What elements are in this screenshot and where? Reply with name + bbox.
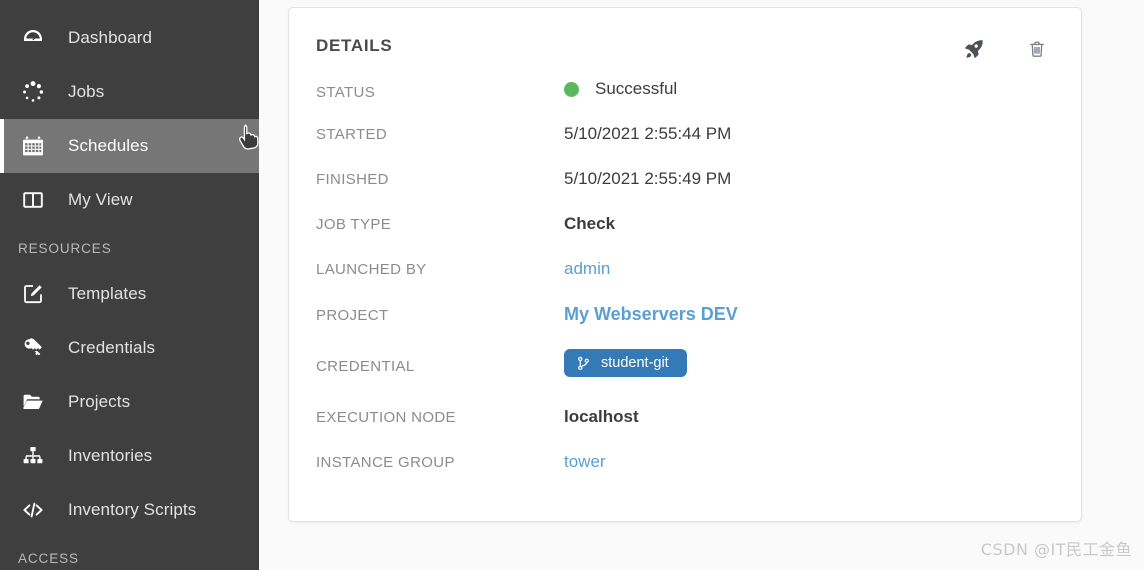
key-icon <box>16 333 50 363</box>
detail-row-launched-by: LAUNCHED BY admin <box>316 259 1055 304</box>
detail-row-execution-node: EXECUTION NODE localhost <box>316 407 1055 452</box>
detail-label: STATUS <box>316 83 376 101</box>
detail-value-text: localhost <box>564 407 639 426</box>
detail-row-credential: CREDENTIAL student-git <box>316 349 1055 407</box>
detail-value-text: 5/10/2021 2:55:44 PM <box>564 124 732 143</box>
detail-value-text: Check <box>564 214 616 233</box>
main-sidebar: Dashboard Jobs Schedules My View RESOURC… <box>0 0 259 570</box>
sidebar-item-label: Credentials <box>68 338 156 357</box>
page-title: DETAILS <box>316 36 393 55</box>
credential-badge-label: student-git <box>601 355 669 371</box>
detail-row-job-type: JOB TYPE Check <box>316 214 1055 259</box>
sidebar-item-templates[interactable]: Templates <box>0 267 259 321</box>
sidebar-item-label: Templates <box>68 284 147 303</box>
detail-label: EXECUTION NODE <box>316 409 456 426</box>
launched-by-link[interactable]: admin <box>564 259 610 279</box>
credential-badge[interactable]: student-git <box>564 349 687 377</box>
sidebar-item-label: Dashboard <box>68 28 153 47</box>
code-icon <box>16 495 50 525</box>
sidebar-item-projects[interactable]: Projects <box>0 375 259 429</box>
sidebar-item-credentials[interactable]: Credentials <box>0 321 259 375</box>
detail-label: FINISHED <box>316 171 389 188</box>
details-card-header: DETAILS <box>316 36 1055 65</box>
detail-label: PROJECT <box>316 307 389 324</box>
detail-row-project: PROJECT My Webservers DEV <box>316 304 1055 349</box>
pencil-square-icon <box>16 279 50 309</box>
sidebar-item-inventory-scripts[interactable]: Inventory Scripts <box>0 483 259 537</box>
main-content: DETAILS STATUS Successful STARTED 5/10/2… <box>259 0 1144 570</box>
sidebar-item-label: Inventories <box>68 446 153 465</box>
sidebar-section-resources: RESOURCES <box>18 241 112 256</box>
sidebar-item-my-view[interactable]: My View <box>0 173 259 227</box>
columns-icon <box>16 185 50 215</box>
credential-value: student-git <box>564 349 687 377</box>
sidebar-item-label: Inventory Scripts <box>68 500 197 519</box>
git-branch-icon <box>577 356 590 371</box>
tower-job-details-page: Dashboard Jobs Schedules My View RESOURC… <box>0 0 1144 570</box>
detail-value-text: 5/10/2021 2:55:49 PM <box>564 169 732 188</box>
sidebar-item-label: My View <box>68 190 133 209</box>
jobs-spinner-icon <box>16 77 50 107</box>
sidebar-item-dashboard[interactable]: Dashboard <box>0 11 259 65</box>
detail-row-finished: FINISHED 5/10/2021 2:55:49 PM <box>316 169 1055 214</box>
detail-label: CREDENTIAL <box>316 357 415 375</box>
sidebar-item-inventories[interactable]: Inventories <box>0 429 259 483</box>
watermark: CSDN @IT民工金鱼 <box>980 540 1132 559</box>
detail-row-status: STATUS Successful <box>316 79 1055 124</box>
detail-label: JOB TYPE <box>316 216 392 233</box>
detail-label: LAUNCHED BY <box>316 261 427 278</box>
sidebar-item-jobs[interactable]: Jobs <box>0 65 259 119</box>
trash-icon[interactable] <box>1027 38 1047 65</box>
details-rows: STATUS Successful STARTED 5/10/2021 2:55… <box>316 79 1055 497</box>
detail-value-text: Successful <box>595 79 678 98</box>
instance-group-link[interactable]: tower <box>564 452 606 472</box>
detail-row-instance-group: INSTANCE GROUP tower <box>316 452 1055 497</box>
sidebar-item-label: Jobs <box>68 82 105 101</box>
calendar-icon <box>16 131 50 161</box>
detail-label: STARTED <box>316 126 388 143</box>
sidebar-section-access: ACCESS <box>18 551 79 566</box>
detail-label: INSTANCE GROUP <box>316 454 455 471</box>
sidebar-item-label: Projects <box>68 392 131 411</box>
status-badge: Successful <box>564 79 677 99</box>
sitemap-icon <box>16 441 50 471</box>
job-details-card: DETAILS STATUS Successful STARTED 5/10/2… <box>288 7 1082 522</box>
sidebar-item-schedules[interactable]: Schedules <box>0 119 259 173</box>
project-link[interactable]: My Webservers DEV <box>564 304 738 325</box>
dashboard-gauge-icon <box>16 23 50 53</box>
folder-open-icon <box>16 387 50 417</box>
status-dot-icon <box>564 81 579 97</box>
details-card-actions <box>963 38 1055 65</box>
detail-row-started: STARTED 5/10/2021 2:55:44 PM <box>316 124 1055 169</box>
rocket-icon[interactable] <box>963 38 985 65</box>
sidebar-item-label: Schedules <box>68 136 149 155</box>
